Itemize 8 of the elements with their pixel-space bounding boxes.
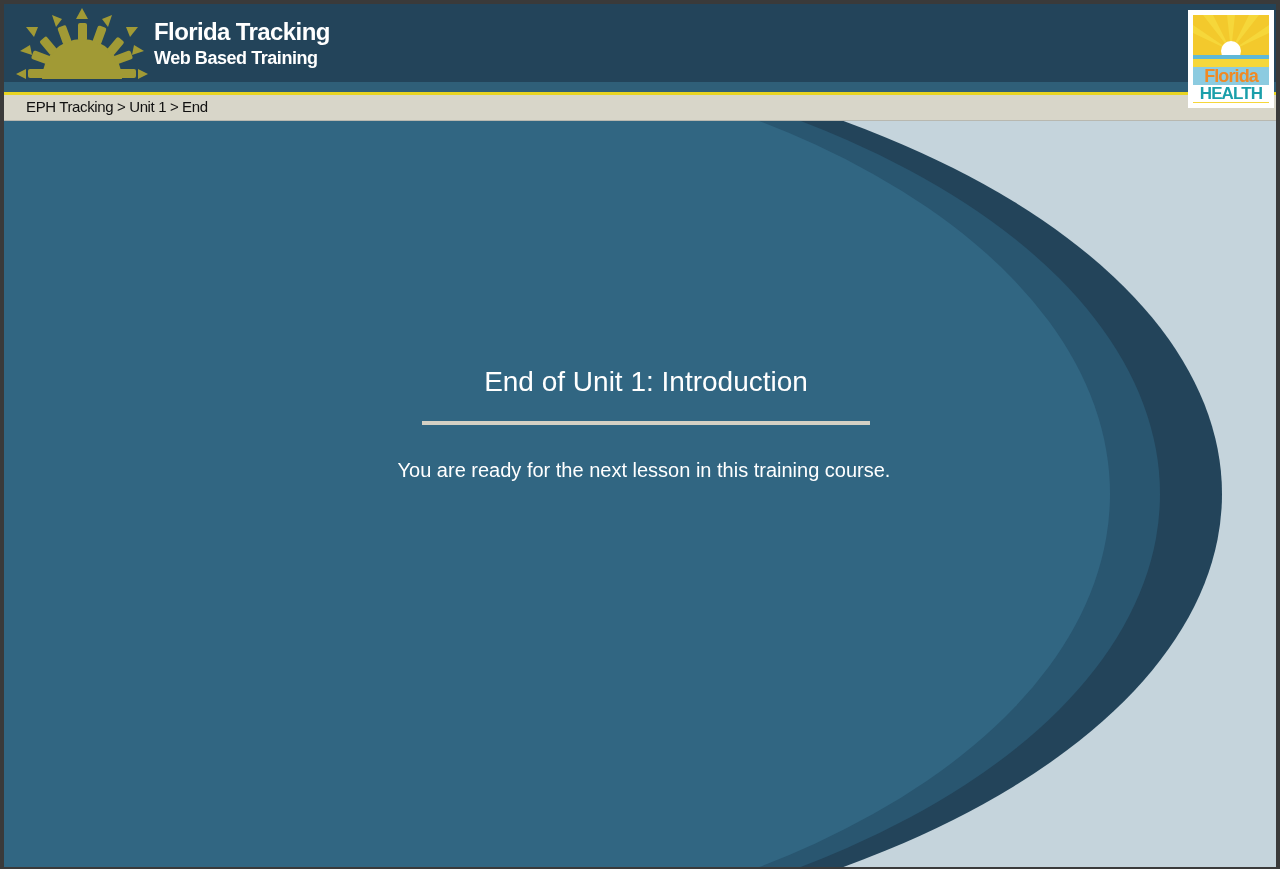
site-subtitle: Web Based Training <box>154 46 319 70</box>
sunrise-icon <box>1193 15 1269 59</box>
slide-heading: End of Unit 1: Introduction <box>484 365 808 399</box>
logo-text: Florida <box>1193 67 1269 85</box>
slide-message: You are ready for the next lesson in this training course. <box>397 458 891 483</box>
logo-text: HEALTH <box>1193 85 1269 102</box>
site-title: Florida Tracking <box>154 16 330 47</box>
breadcrumb: EPH Tracking > Unit 1 > End <box>26 97 208 118</box>
